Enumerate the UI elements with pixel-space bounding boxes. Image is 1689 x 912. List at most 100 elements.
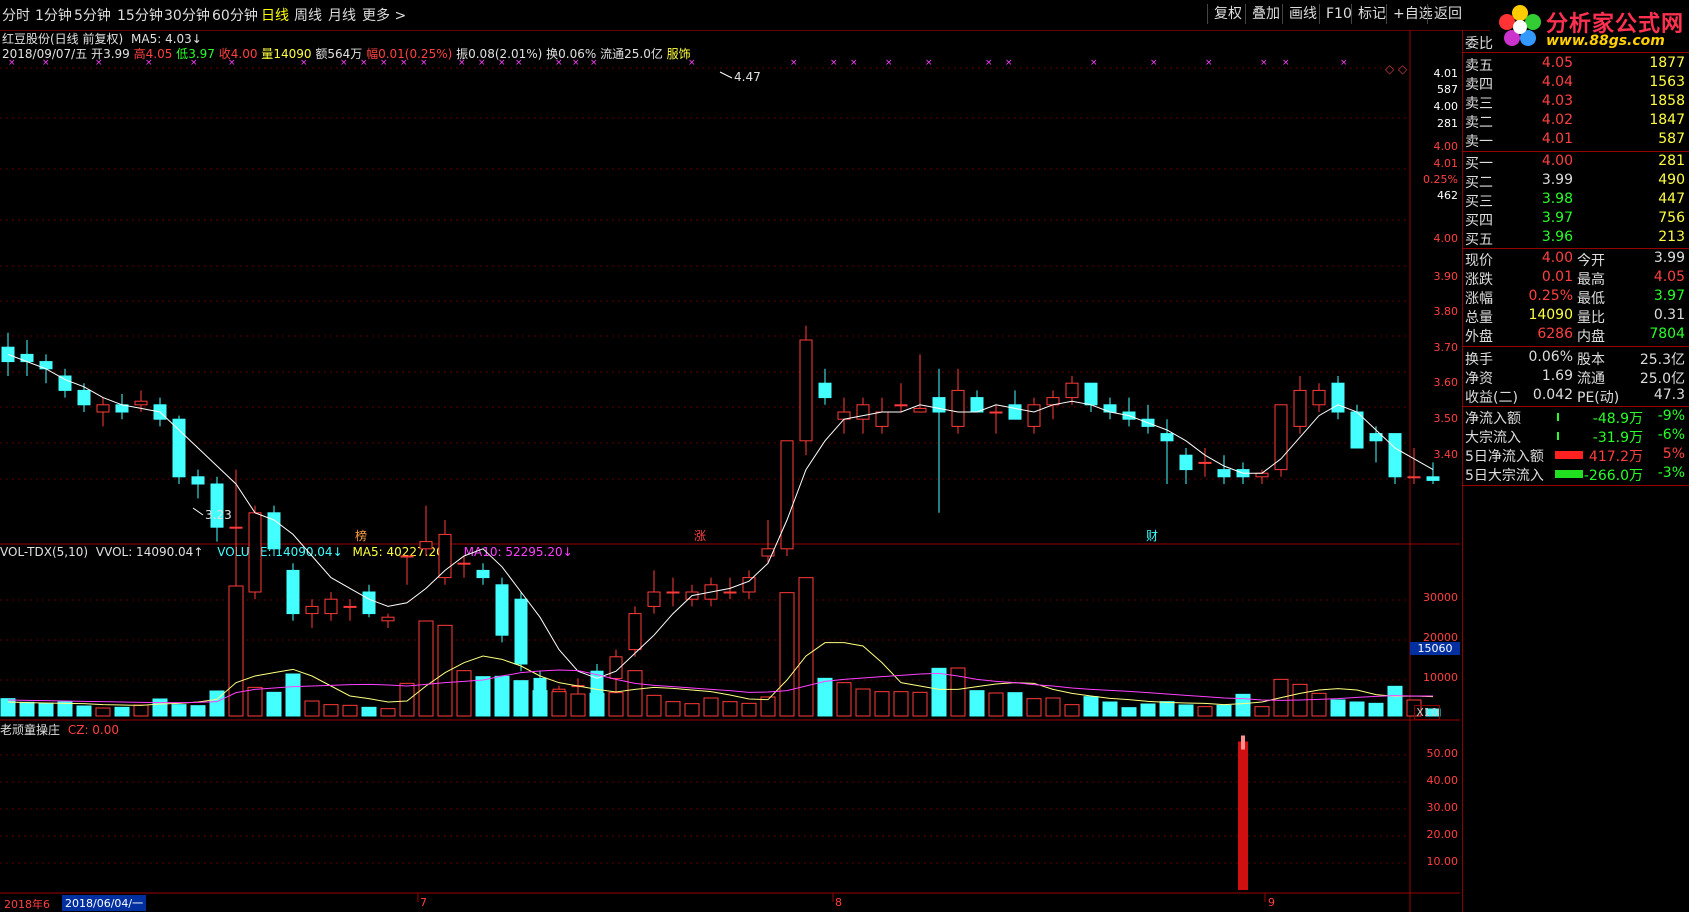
period-tab-timeshare[interactable]: 分时 [2, 5, 30, 25]
axis-tick-3.80: 3.80 [1433, 305, 1459, 318]
stat-value: 1.69 [1541, 368, 1573, 384]
draw-button[interactable]: 画线 [1282, 4, 1323, 24]
axis-label-buy1-price: 4.00 [1433, 100, 1459, 113]
ask-volume: 1877 [1649, 55, 1685, 71]
volume-bar [399, 682, 415, 717]
bid-price: 4.00 [1541, 153, 1573, 169]
signal-marker: × [572, 58, 580, 68]
flow-value: -266.0万 [1583, 468, 1643, 484]
axis-label-vol: 462 [1437, 189, 1458, 202]
signal-marker: × [145, 58, 153, 68]
axis-tick-4.00: 4.00 [1433, 232, 1459, 245]
stat-value: 4.00 [1541, 250, 1573, 266]
candle-body [229, 526, 243, 529]
separator [1463, 248, 1689, 249]
signal-marker: × [1282, 58, 1290, 68]
volume-bar [646, 694, 662, 717]
axis-label-price: 4.00 [1433, 140, 1459, 153]
volume-bar [589, 692, 605, 717]
candle-body [476, 569, 490, 579]
kline-chart[interactable]: × × × × × × × × × × × × × × × × × × × × × × × × × × × × × × × × × ◇ ◇ [0, 30, 1460, 912]
axis-tick-3.50: 3.50 [1433, 412, 1459, 425]
stat-label: 最低 [1577, 291, 1605, 307]
volume-bar [1387, 685, 1403, 717]
volume-bar [38, 702, 54, 717]
candle-body [856, 404, 870, 420]
signal-marker: × [498, 58, 506, 68]
cz-spike-bar [1238, 741, 1248, 890]
candle-body [989, 411, 1003, 414]
bid-label: 买一 [1465, 156, 1493, 172]
volume-bar [665, 701, 681, 717]
bid-volume: 213 [1658, 229, 1685, 245]
signal-marker: × [885, 58, 893, 68]
marker-cai: 财 [1146, 529, 1159, 543]
bid-price: 3.97 [1541, 210, 1573, 226]
candle-body [96, 404, 110, 413]
stat-label: 收益(二) [1465, 390, 1518, 406]
stat-value: 47.3 [1653, 387, 1685, 403]
volume-bar [1349, 701, 1365, 717]
marker-zhang: 涨 [694, 529, 707, 543]
candle-body [495, 584, 509, 636]
separator [1463, 52, 1689, 53]
ask-row: 卖四 4.04 1563 [1463, 74, 1689, 93]
candle-body [799, 339, 813, 442]
candle-body [932, 397, 946, 413]
volume-bar [19, 701, 35, 717]
volume-bar [684, 703, 700, 717]
bid-volume: 281 [1658, 153, 1685, 169]
separator [1463, 406, 1689, 407]
period-tab-monthly[interactable]: 月线 [328, 5, 356, 25]
candle-body [1388, 433, 1402, 478]
candle-body [761, 548, 775, 557]
period-tab-daily[interactable]: 日线 [261, 5, 289, 25]
volume-bar [855, 688, 871, 717]
ask-price: 4.03 [1541, 93, 1573, 109]
volume-bar [779, 592, 795, 717]
period-tab-5min[interactable]: 5分钟 [74, 5, 111, 25]
stat-value: 14090 [1528, 307, 1573, 323]
period-tab-weekly[interactable]: 周线 [294, 5, 322, 25]
cz-axis-30: 30.00 [1426, 801, 1459, 814]
ask-row: 卖二 4.02 1847 [1463, 112, 1689, 131]
candle-body [1407, 476, 1421, 479]
axis-label-sell1-price: 4.01 [1433, 67, 1459, 80]
period-tab-more[interactable]: 更多 > [362, 5, 406, 25]
ask-volume: 587 [1658, 131, 1685, 147]
x-axis-start: 2018年6 [4, 898, 50, 911]
period-tab-60min[interactable]: 60分钟 [212, 5, 258, 25]
high-pointer [719, 71, 733, 79]
flow-label: 净流入额 [1465, 411, 1521, 427]
period-tab-15min[interactable]: 15分钟 [117, 5, 163, 25]
period-tab-1min[interactable]: 1分钟 [35, 5, 72, 25]
period-tab-30min[interactable]: 30分钟 [164, 5, 210, 25]
stat-value: 0.31 [1653, 307, 1685, 323]
flow-pct: -3% [1657, 465, 1685, 481]
volume-bar [1254, 706, 1270, 717]
flow-label: 5日大宗流入 [1465, 468, 1544, 484]
signal-marker: × [42, 58, 50, 68]
candle-body [305, 605, 319, 615]
signal-marker: × [1150, 58, 1158, 68]
ask-label: 卖一 [1465, 134, 1493, 150]
stat-value: 3.97 [1653, 288, 1685, 304]
volume-bar [1330, 699, 1346, 717]
stat-label: 涨跌 [1465, 272, 1493, 288]
overlay-button[interactable]: 叠加 [1245, 4, 1286, 24]
volume-bar [494, 675, 510, 717]
volume-bar [456, 670, 472, 717]
x-axis-month-9: 9 [1268, 896, 1275, 909]
volume-bar [1121, 707, 1137, 717]
candle-body [1426, 476, 1440, 481]
volume-bar [57, 701, 73, 717]
volume-bar [1368, 702, 1384, 717]
diamond-icon: ◇ ◇ [1385, 62, 1408, 76]
flow-bar [1557, 432, 1559, 440]
adjust-button[interactable]: 复权 [1207, 4, 1248, 24]
candle-body [894, 404, 908, 407]
stat-label: 内盘 [1577, 329, 1605, 345]
signal-marker: × [400, 58, 408, 68]
stat-label: 换手 [1465, 352, 1493, 368]
back-button[interactable]: 返回 [1427, 4, 1468, 24]
